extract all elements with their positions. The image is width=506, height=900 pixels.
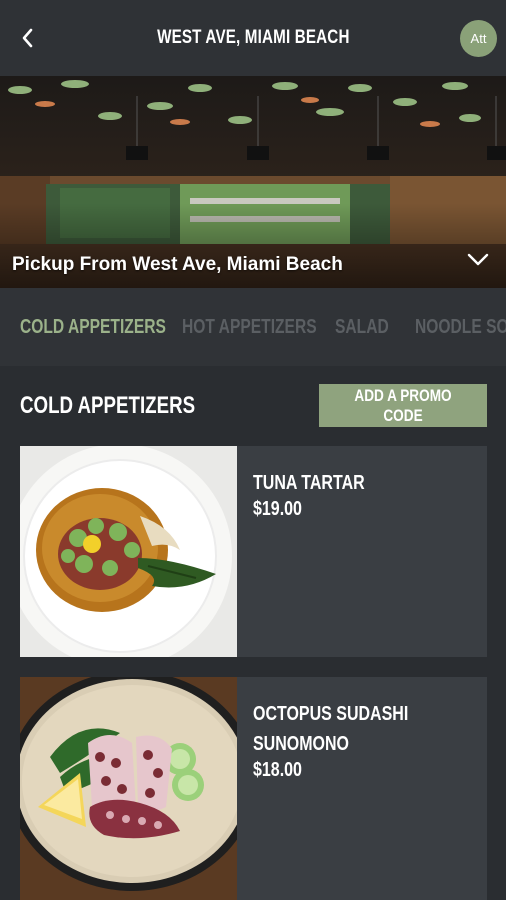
tab-salad[interactable]: SALAD [335, 316, 404, 339]
menu-item-price: $19.00 [253, 498, 302, 520]
menu-item-card[interactable]: TUNA TARTAR $19.00 [20, 446, 487, 657]
section-title: COLD APPETIZERS [20, 392, 196, 419]
avatar[interactable]: Att [460, 20, 497, 57]
page-title: WEST AVE, MIAMI BEACH [156, 27, 350, 48]
app-header: WEST AVE, MIAMI BEACH Att [0, 0, 506, 76]
category-tabs: COLD APPETIZERS HOT APPETIZERS SALAD NOO… [0, 288, 506, 366]
menu-item-card[interactable]: OCTOPUS SUDASHI SUNOMONO $18.00 [20, 677, 487, 900]
menu-item-name: OCTOPUS SUDASHI SUNOMONO [253, 703, 409, 755]
tab-hot-appetizers[interactable]: HOT APPETIZERS [182, 316, 355, 339]
octopus-sunomono-photo [20, 677, 237, 900]
location-dropdown-button[interactable] [464, 248, 492, 270]
add-promo-code-button[interactable]: ADD A PROMO CODE [319, 384, 487, 427]
tab-cold-appetizers[interactable]: COLD APPETIZERS [20, 316, 207, 339]
tab-noodle-soup[interactable]: NOODLE SOUP [415, 316, 506, 339]
chevron-down-icon [467, 253, 489, 266]
pickup-location-label: Pickup From West Ave, Miami Beach [12, 254, 343, 275]
menu-item-image [20, 677, 237, 900]
menu-item-image [20, 446, 237, 657]
menu-item-price: $18.00 [253, 759, 302, 781]
tuna-tartar-photo [20, 446, 237, 657]
menu-item-name: TUNA TARTAR [253, 472, 365, 494]
